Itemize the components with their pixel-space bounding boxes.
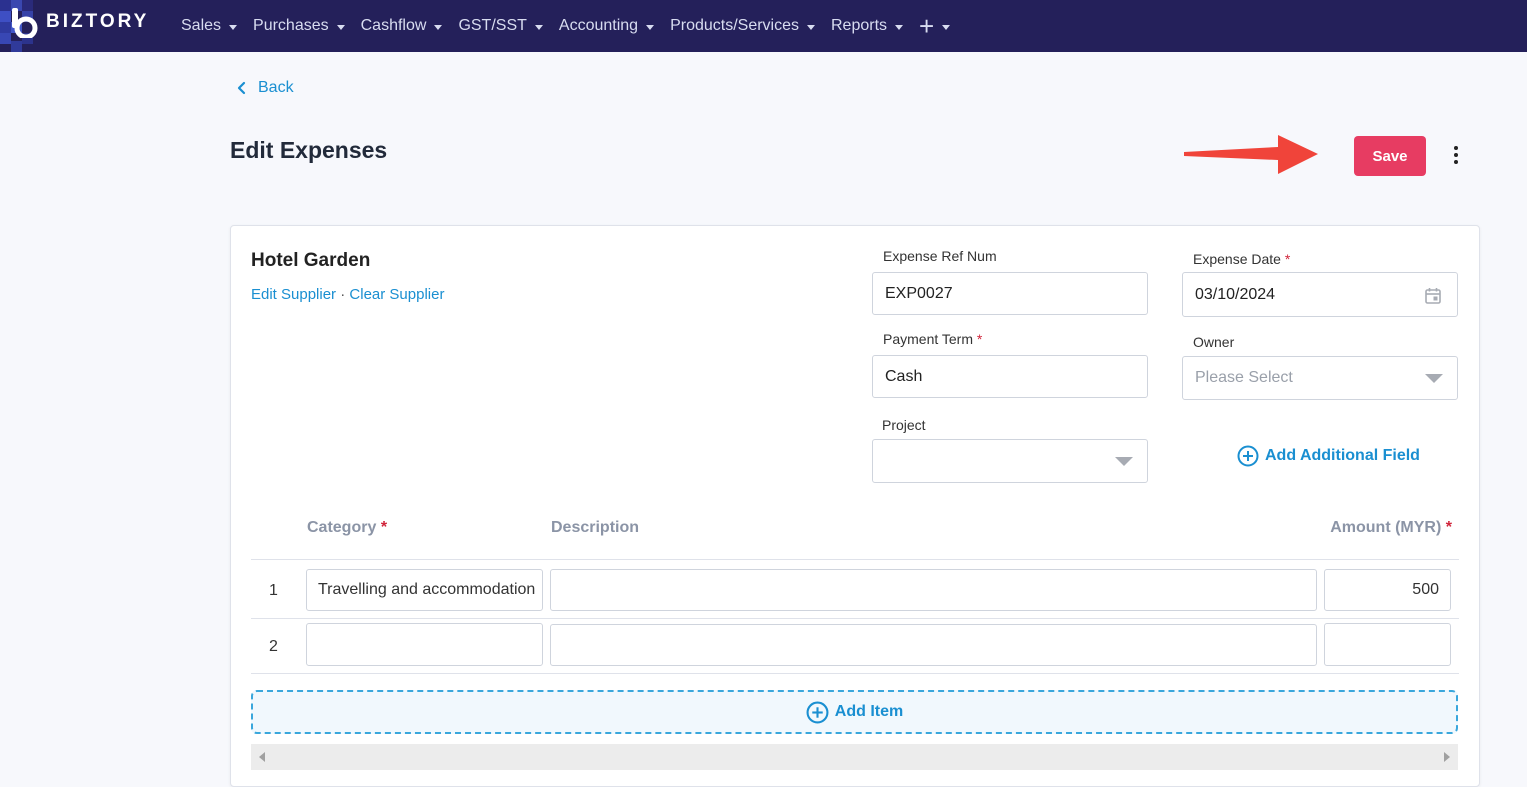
add-item-label: Add Item — [834, 703, 904, 720]
add-additional-field-label: Add Additional Field — [1265, 447, 1420, 464]
amount-input[interactable]: 500 — [1324, 569, 1451, 611]
caret-down-icon — [229, 24, 238, 30]
calendar-icon[interactable] — [1425, 287, 1441, 304]
main-nav: Sales Purchases Cashflow GST/SST Account… — [181, 0, 966, 52]
save-button[interactable]: Save — [1354, 136, 1426, 176]
payment-term-label-text: Payment Term — [883, 331, 973, 347]
more-dot — [1454, 146, 1458, 150]
caret-down-icon — [434, 24, 443, 30]
back-label: Back — [258, 79, 294, 96]
ref-num-input[interactable]: EXP0027 — [872, 272, 1148, 315]
owner-select[interactable]: Please Select — [1182, 356, 1458, 400]
nav-cashflow[interactable]: Cashflow — [361, 17, 443, 35]
caret-down-icon — [534, 24, 543, 30]
more-dot — [1454, 160, 1458, 164]
payment-term-label: Payment Term * — [883, 331, 982, 347]
category-input[interactable]: Travelling and accommodation — [306, 569, 543, 611]
payment-term-value: Cash — [885, 367, 923, 385]
nav-purchases[interactable]: Purchases — [253, 17, 345, 35]
nav-sales[interactable]: Sales — [181, 17, 238, 35]
expense-date-input[interactable]: 03/10/2024 — [1182, 272, 1458, 317]
scroll-left-icon[interactable] — [259, 752, 265, 762]
nav-accounting-label: Accounting — [558, 17, 639, 34]
more-options-icon[interactable] — [1448, 146, 1464, 168]
amount-header-text: Amount (MYR) — [1330, 519, 1442, 536]
chevron-left-icon — [237, 81, 246, 95]
horizontal-scrollbar[interactable] — [251, 744, 1458, 770]
more-dot — [1454, 153, 1458, 157]
clear-supplier-link[interactable]: Clear Supplier — [349, 286, 444, 303]
column-header-amount: Amount (MYR) * — [1330, 519, 1452, 537]
column-header-description: Description — [551, 519, 639, 537]
annotation-arrow-icon — [1184, 135, 1318, 174]
project-select[interactable] — [872, 439, 1148, 483]
logo-b-icon — [12, 8, 38, 38]
nav-sales-label: Sales — [181, 17, 222, 34]
payment-term-input[interactable]: Cash — [872, 355, 1148, 398]
owner-label: Owner — [1193, 334, 1234, 350]
expense-date-label: Expense Date * — [1193, 251, 1290, 267]
amount-input[interactable] — [1324, 623, 1451, 666]
link-separator: · — [340, 286, 346, 303]
description-input[interactable] — [550, 569, 1317, 611]
back-link[interactable]: Back — [236, 79, 294, 97]
column-header-category: Category * — [307, 519, 387, 537]
dropdown-arrow-icon — [1425, 374, 1443, 383]
nav-gst-sst[interactable]: GST/SST — [458, 17, 543, 35]
nav-cashflow-label: Cashflow — [360, 17, 427, 34]
required-mark: * — [976, 331, 983, 347]
table-divider — [251, 559, 1459, 560]
nav-reports[interactable]: Reports — [831, 17, 904, 35]
ref-num-value: EXP0027 — [885, 284, 953, 302]
ref-num-label: Expense Ref Num — [883, 248, 997, 264]
amount-value: 500 — [1412, 581, 1439, 598]
supplier-actions: Edit Supplier · Clear Supplier — [251, 286, 444, 303]
expense-date-label-text: Expense Date — [1193, 251, 1281, 267]
caret-down-icon — [942, 24, 951, 30]
table-divider — [251, 673, 1459, 674]
add-additional-field-button[interactable]: Add Additional Field — [1237, 445, 1420, 467]
project-label-text: Project — [882, 417, 926, 433]
row-number: 1 — [269, 582, 278, 599]
expense-form-card: Hotel Garden Edit Supplier · Clear Suppl… — [230, 225, 1480, 787]
table-divider — [251, 618, 1459, 619]
expense-date-value: 03/10/2024 — [1195, 285, 1276, 303]
description-header-text: Description — [551, 519, 640, 536]
caret-down-icon — [336, 24, 345, 30]
caret-down-icon — [895, 24, 904, 30]
plus-icon: + — [919, 11, 935, 41]
plus-circle-icon — [806, 701, 829, 723]
owner-label-text: Owner — [1193, 334, 1235, 350]
category-value: Travelling and accommodation — [318, 581, 536, 598]
nav-products-services-label: Products/Services — [670, 17, 799, 34]
category-header-text: Category — [307, 519, 377, 536]
add-item-button[interactable]: Add Item — [251, 690, 1458, 734]
nav-purchases-label: Purchases — [253, 17, 329, 34]
plus-circle-icon — [1237, 445, 1259, 467]
supplier-name: Hotel Garden — [251, 250, 371, 271]
nav-accounting[interactable]: Accounting — [558, 17, 655, 35]
required-mark: * — [1284, 251, 1291, 267]
caret-down-icon — [807, 24, 815, 30]
ref-num-label-text: Expense Ref Num — [883, 248, 997, 264]
row-number: 2 — [269, 638, 278, 655]
required-mark: * — [380, 519, 388, 536]
brand-name: BIZTORY — [46, 11, 150, 32]
edit-supplier-link[interactable]: Edit Supplier — [251, 286, 336, 303]
project-label: Project — [882, 417, 926, 433]
dropdown-arrow-icon — [1115, 457, 1133, 466]
category-input[interactable] — [306, 623, 543, 666]
nav-products-services[interactable]: Products/Services — [670, 17, 815, 35]
required-mark: * — [1445, 519, 1452, 536]
brand-logo[interactable]: BIZTORY — [0, 0, 170, 52]
description-input[interactable] — [550, 624, 1317, 666]
caret-down-icon — [646, 24, 655, 30]
owner-placeholder: Please Select — [1195, 369, 1293, 386]
nav-gst-sst-label: GST/SST — [458, 17, 527, 34]
scroll-right-icon[interactable] — [1444, 752, 1450, 762]
page-title: Edit Expenses — [230, 137, 388, 163]
top-nav-bar: BIZTORY Sales Purchases Cashflow GST/SST… — [0, 0, 1527, 52]
nav-reports-label: Reports — [831, 17, 888, 34]
nav-more[interactable]: + — [919, 11, 951, 41]
